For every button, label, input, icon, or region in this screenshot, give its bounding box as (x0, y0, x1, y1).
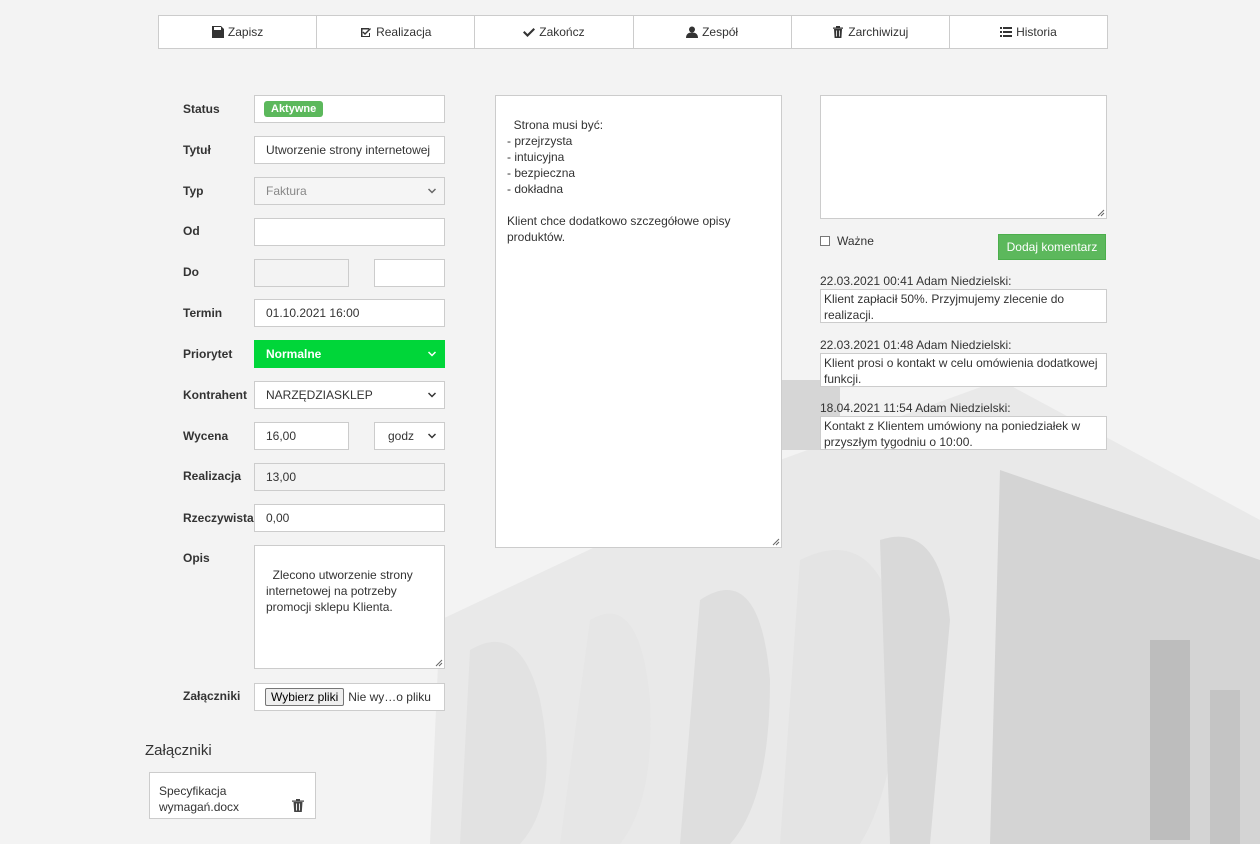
resize-handle-icon[interactable] (772, 538, 780, 546)
archive-button-label: Zarchiwizuj (848, 25, 909, 39)
comment-body: Klient zapłacił 50%. Przyjmujemy zleceni… (820, 289, 1107, 323)
history-button[interactable]: Historia (948, 15, 1109, 49)
status-badge: Aktywne (264, 101, 324, 117)
chevron-down-icon (428, 392, 436, 398)
user-icon (686, 26, 699, 38)
to-time-input[interactable] (374, 259, 445, 287)
team-button[interactable]: Zespół (632, 15, 792, 49)
description-textarea[interactable]: Zlecono utworzenie strony internetowej n… (254, 545, 445, 669)
delete-attachment-icon[interactable] (292, 799, 304, 812)
deadline-label: Termin (183, 306, 223, 320)
estimate-input[interactable]: 16,00 (254, 422, 349, 450)
from-input[interactable] (254, 218, 445, 246)
realization-input: 13,00 (254, 463, 445, 491)
estimate-label: Wycena (183, 429, 229, 443)
status-field: Aktywne (254, 95, 445, 123)
check-icon (523, 28, 536, 37)
from-label: Od (183, 224, 200, 238)
title-label: Tytuł (183, 143, 211, 157)
save-button-label: Zapisz (227, 25, 264, 39)
deadline-input[interactable]: 01.10.2021 16:00 (254, 299, 445, 327)
description-label: Opis (183, 551, 210, 565)
status-label: Status (183, 102, 220, 116)
contractor-select[interactable]: NARZĘDZIASKLEP (254, 381, 445, 409)
chevron-down-icon (428, 188, 436, 194)
notes-textarea[interactable]: Strona musi być: - przejrzysta - intuicy… (495, 95, 782, 548)
add-comment-button[interactable]: Dodaj komentarz (998, 234, 1106, 260)
attachments-heading: Załączniki (145, 742, 212, 759)
estimate-unit-value: godz (388, 429, 415, 443)
priority-label: Priorytet (183, 347, 233, 361)
realization-button-label: Realizacja (376, 25, 432, 39)
choose-files-button[interactable]: Wybierz pliki (265, 688, 345, 706)
chevron-down-icon (428, 433, 436, 439)
save-icon (211, 26, 224, 38)
file-input[interactable]: Wybierz pliki Nie wy…o pliku (254, 683, 445, 711)
actual-label: Rzeczywista (183, 511, 254, 525)
important-label: Ważne (837, 234, 874, 248)
contractor-label: Kontrahent (183, 388, 247, 402)
attachments-label: Załączniki (183, 689, 241, 703)
realization-button[interactable]: Realizacja (316, 15, 476, 49)
title-input[interactable]: Utworzenie strony internetowej (254, 136, 445, 164)
resize-handle-icon[interactable] (435, 659, 443, 667)
resize-handle-icon[interactable] (1097, 209, 1105, 217)
list-icon (1000, 27, 1013, 37)
comment-meta: 18.04.2021 11:54 Adam Niedzielski: (820, 401, 1011, 415)
important-checkbox[interactable] (820, 236, 830, 246)
team-button-label: Zespół (702, 25, 739, 39)
estimate-unit-select[interactable]: godz (374, 422, 445, 450)
check-square-icon (361, 28, 372, 37)
comment-meta: 22.03.2021 01:48 Adam Niedzielski: (820, 338, 1012, 352)
comment-body: Klient prosi o kontakt w celu omówienia … (820, 353, 1107, 387)
priority-select-value: Normalne (266, 347, 322, 361)
priority-select[interactable]: Normalne (254, 340, 445, 368)
comment-input[interactable] (820, 95, 1107, 219)
description-text: Zlecono utworzenie strony internetowej n… (266, 568, 417, 614)
action-toolbar: Zapisz Realizacja Zakończ Zespół Zarchiw… (158, 15, 1109, 49)
notes-text: Strona musi być: - przejrzysta - intuicy… (507, 118, 731, 244)
attachment-item[interactable]: Specyfikacja wymagań.docx (149, 772, 316, 819)
contractor-select-value: NARZĘDZIASKLEP (266, 388, 373, 402)
trash-icon (833, 26, 844, 38)
finish-button[interactable]: Zakończ (474, 15, 634, 49)
realization-label: Realizacja (183, 469, 242, 483)
file-status: Nie wy…o pliku (348, 690, 431, 704)
type-select-value: Faktura (266, 184, 307, 198)
attachment-name[interactable]: Specyfikacja wymagań.docx (159, 783, 269, 815)
type-label: Typ (183, 184, 204, 198)
type-select[interactable]: Faktura (254, 177, 445, 205)
actual-input[interactable]: 0,00 (254, 504, 445, 532)
finish-button-label: Zakończ (539, 25, 585, 39)
history-button-label: Historia (1016, 25, 1057, 39)
comment-meta: 22.03.2021 00:41 Adam Niedzielski: (820, 274, 1012, 288)
archive-button[interactable]: Zarchiwizuj (790, 15, 950, 49)
to-label: Do (183, 265, 199, 279)
to-date-input[interactable] (254, 259, 349, 287)
save-button[interactable]: Zapisz (158, 15, 318, 49)
chevron-down-icon (428, 351, 436, 357)
comment-body: Kontakt z Klientem umówiony na poniedzia… (820, 416, 1107, 450)
